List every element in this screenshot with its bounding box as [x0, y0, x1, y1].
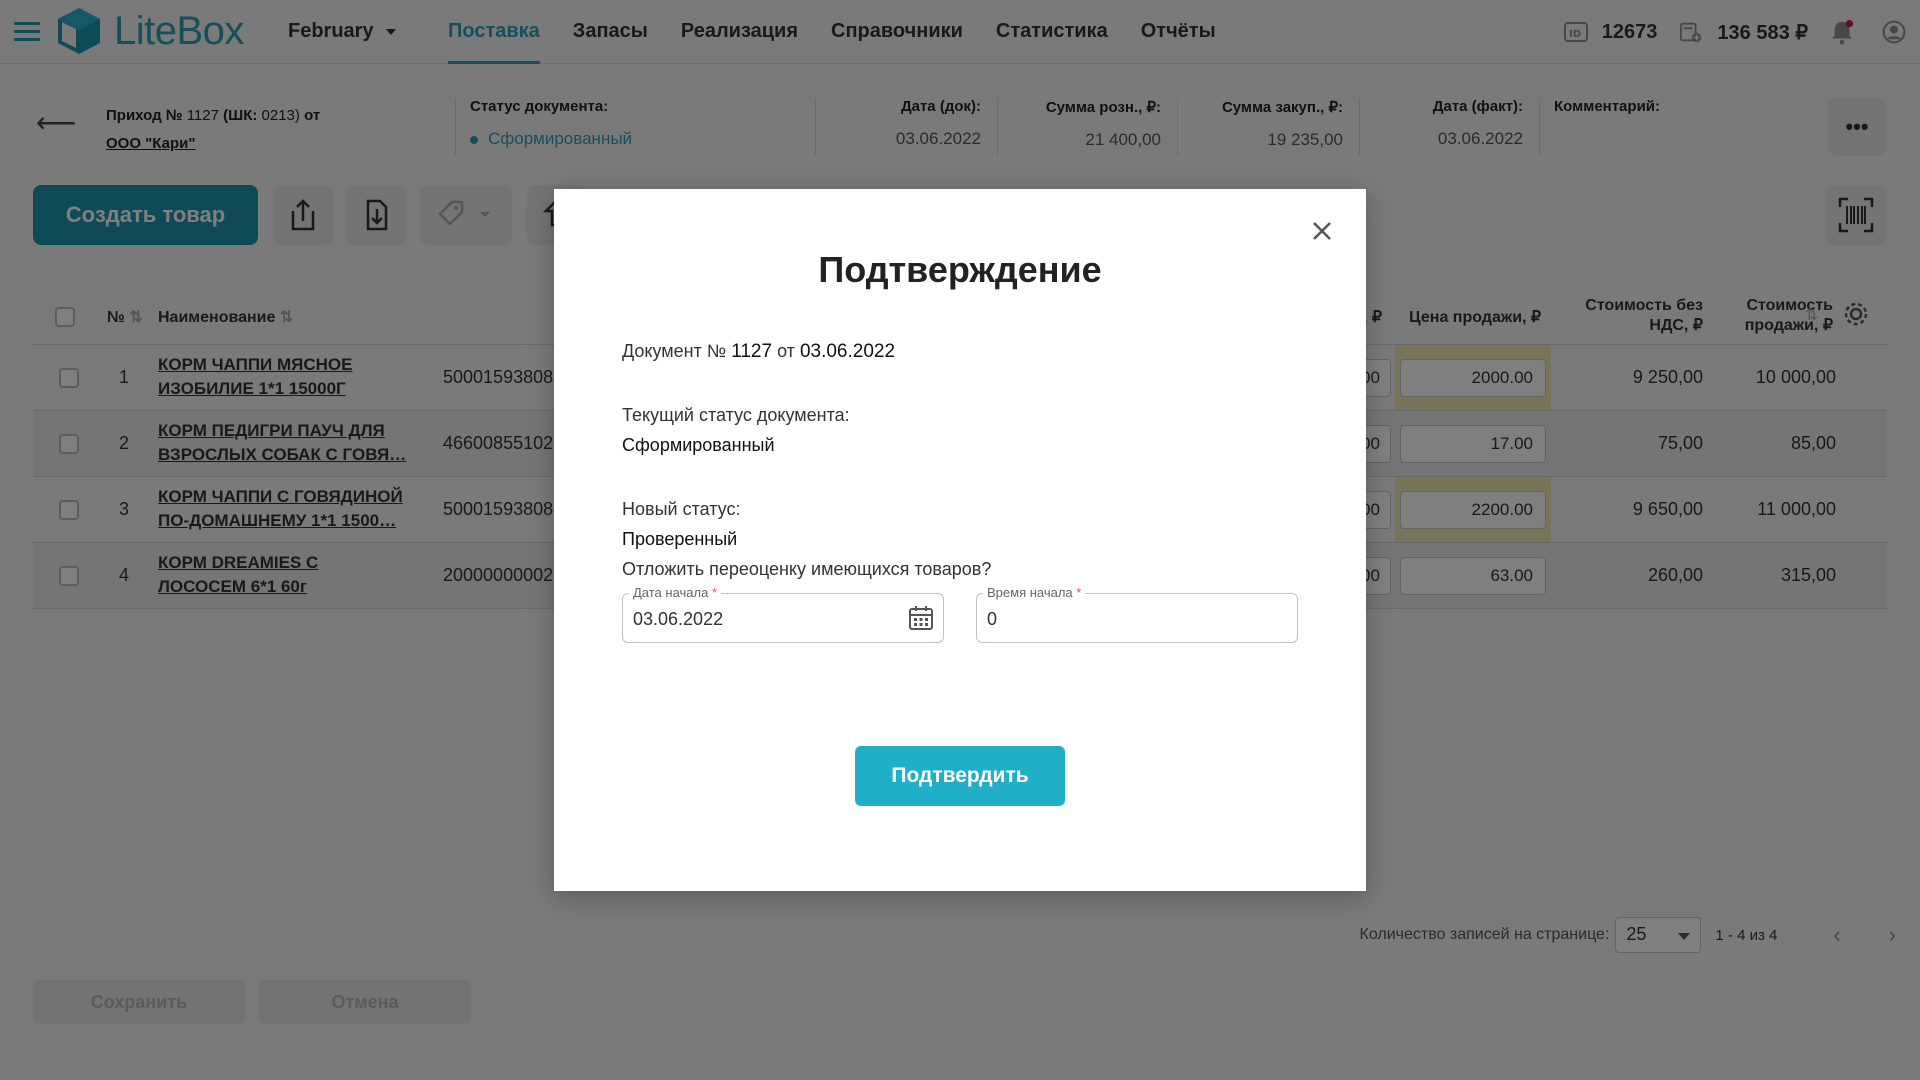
start-time-field[interactable]: Время начала * 0 — [976, 585, 1298, 643]
postpone-question: Отложить переоценку имеющихся товаров? — [622, 559, 992, 579]
doc-number: 1127 — [731, 341, 773, 362]
start-date-label: Дата начала * — [629, 585, 722, 600]
start-time-value: 0 — [987, 609, 998, 629]
confirmation-dialog: Подтверждение Документ № 1127 от 03.06.2… — [554, 189, 1366, 891]
close-icon[interactable] — [1308, 217, 1336, 245]
doc-date: 03.06.2022 — [799, 341, 896, 362]
new-status-label: Новый статус: — [622, 499, 741, 519]
current-status-value: Сформированный — [622, 435, 775, 455]
start-date-field[interactable]: Дата начала * 03.06.2022 — [622, 585, 944, 643]
current-status-label: Текущий статус документа: — [622, 405, 850, 425]
doc-prefix: Документ № — [622, 341, 727, 361]
confirm-button[interactable]: Подтвердить — [855, 746, 1065, 806]
document-line: Документ № 1127 от 03.06.2022 — [622, 341, 895, 363]
start-date-value: 03.06.2022 — [633, 609, 724, 629]
doc-from: от — [777, 341, 795, 361]
new-status-value: Проверенный — [622, 529, 738, 549]
calendar-icon[interactable] — [907, 604, 935, 632]
start-time-label: Время начала * — [983, 585, 1086, 600]
dialog-title: Подтверждение — [818, 249, 1102, 290]
